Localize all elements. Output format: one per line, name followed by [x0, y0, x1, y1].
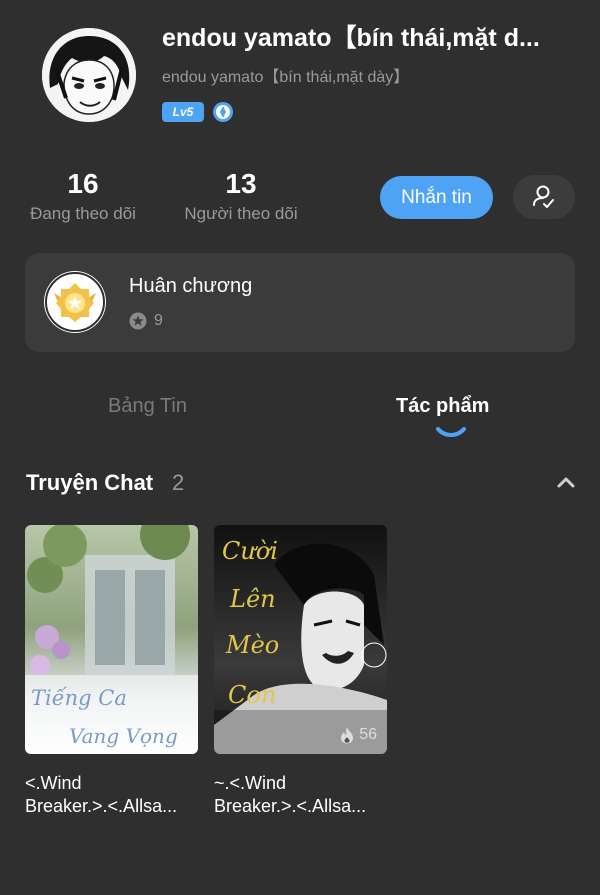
message-button[interactable]: Nhắn tin [380, 176, 493, 219]
level-badge: Lv5 [162, 102, 204, 122]
medal-count: 9 [154, 312, 163, 329]
active-tab-indicator [435, 425, 467, 439]
cover-title-line2: Vang Vọng [69, 724, 178, 748]
followers-count: 13 [225, 168, 257, 199]
tab-news-feed[interactable]: Bảng Tin [108, 395, 187, 418]
followers-label: Người theo dõi [184, 204, 298, 223]
section-title: Truyện Chat [26, 470, 154, 495]
tab-works[interactable]: Tác phẩm [396, 395, 489, 418]
followers-stat[interactable]: 13 Người theo dõi [178, 168, 304, 224]
view-count-value: 56 [359, 726, 377, 743]
follow-button[interactable] [513, 175, 575, 219]
following-label: Đang theo dõi [30, 204, 136, 223]
user-check-icon [533, 185, 554, 208]
cover-title-line2: Lên [229, 585, 276, 613]
medal-card[interactable] [25, 253, 575, 352]
cover-image: Cười Lên Mèo Con [214, 525, 387, 754]
work-title-line2: Breaker.>.<.Allsa... [214, 796, 367, 816]
work-title-line1: <.Wind [25, 773, 82, 793]
medal-title: Huân chương [129, 275, 253, 297]
work-title[interactable]: <.Wind Breaker.>.<.Allsa... [25, 772, 198, 818]
fire-icon [341, 727, 354, 744]
profile-name: endou yamato【bín thái,mặt d... [162, 24, 540, 52]
section-count: 2 [172, 470, 185, 495]
cover-title-line1: Cười [222, 537, 278, 565]
cover-title-line4: Con [228, 681, 276, 709]
work-card[interactable]: Cười Lên Mèo Con 56 [214, 525, 387, 754]
following-count: 16 [67, 168, 99, 199]
profile-username: endou yamato【bín thái,mặt dày】 [162, 69, 410, 86]
star-icon [129, 312, 147, 330]
verified-badge-icon [212, 101, 234, 123]
cover-title-line1: Tiếng Ca [31, 686, 127, 710]
cover-title-line3: Mèo [225, 631, 279, 659]
cover-image: Tiếng Ca Vang Vọng [25, 525, 198, 754]
work-title-line2: Breaker.>.<.Allsa... [25, 796, 178, 816]
medal-icon [44, 271, 106, 333]
following-stat[interactable]: 16 Đang theo dõi [24, 168, 142, 224]
avatar[interactable] [42, 28, 136, 122]
chevron-up-icon[interactable] [556, 474, 576, 490]
work-card[interactable]: Tiếng Ca Vang Vọng [25, 525, 198, 754]
work-title-line1: ~.<.Wind [214, 773, 287, 793]
work-title[interactable]: ~.<.Wind Breaker.>.<.Allsa... [214, 772, 387, 818]
view-count: 56 [339, 726, 377, 744]
